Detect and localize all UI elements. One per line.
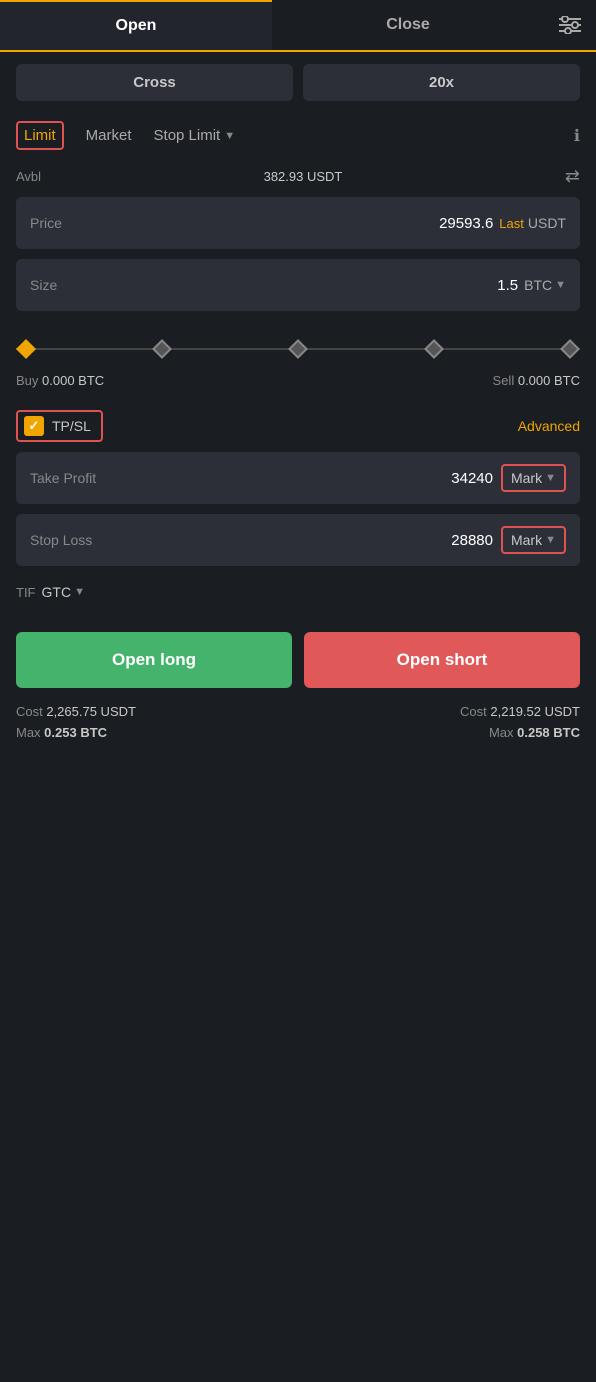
slider-diamond-4 xyxy=(560,339,580,359)
take-profit-mark-dropdown[interactable]: Mark ▼ xyxy=(501,464,566,492)
info-icon[interactable]: ℹ xyxy=(574,126,580,146)
price-input-row[interactable]: Price 29593.6 Last USDT xyxy=(16,197,580,249)
tif-chevron-icon: ▼ xyxy=(74,586,85,598)
take-profit-label: Take Profit xyxy=(30,470,130,486)
slider-diamond-2 xyxy=(288,339,308,359)
tif-dropdown[interactable]: GTC ▼ xyxy=(42,584,85,600)
price-label: Price xyxy=(30,215,90,231)
advanced-link[interactable]: Advanced xyxy=(518,418,580,434)
buy-value: 0.000 BTC xyxy=(42,373,104,388)
buy-label: Buy 0.000 BTC xyxy=(16,373,104,388)
slider-diamond-0 xyxy=(16,339,36,359)
tab-bar: Open Close xyxy=(0,0,596,52)
avbl-label: Avbl xyxy=(16,169,41,184)
cost-row: Cost 2,265.75 USDT Cost 2,219.52 USDT xyxy=(0,698,596,723)
order-type-limit[interactable]: Limit xyxy=(16,121,64,150)
order-type-row: Limit Market Stop Limit ▼ ℹ xyxy=(0,113,596,162)
margin-row: Cross 20x xyxy=(0,52,596,113)
open-long-button[interactable]: Open long xyxy=(16,632,292,688)
stop-limit-chevron-icon: ▼ xyxy=(224,130,235,142)
tpsl-checkbox-wrap[interactable]: ✓ TP/SL xyxy=(16,410,103,442)
order-type-stop-limit[interactable]: Stop Limit ▼ xyxy=(154,127,236,144)
take-profit-mark: Mark xyxy=(511,470,542,486)
tif-row: TIF GTC ▼ xyxy=(0,576,596,620)
sell-label: Sell 0.000 BTC xyxy=(493,373,580,388)
tif-label: TIF xyxy=(16,585,36,600)
tab-open[interactable]: Open xyxy=(0,0,272,50)
stop-loss-mark: Mark xyxy=(511,532,542,548)
slider-section xyxy=(0,321,596,369)
tpsl-row: ✓ TP/SL Advanced xyxy=(0,402,596,452)
long-max: Max 0.253 BTC xyxy=(16,725,107,740)
size-unit-chevron-icon: ▼ xyxy=(555,279,566,291)
price-value: 29593.6 xyxy=(439,215,493,232)
short-max: Max 0.258 BTC xyxy=(489,725,580,740)
action-row: Open long Open short xyxy=(0,620,596,698)
open-short-button[interactable]: Open short xyxy=(304,632,580,688)
size-unit: BTC xyxy=(524,277,552,293)
slider-handle-1[interactable] xyxy=(152,339,172,359)
sell-value: 0.000 BTC xyxy=(518,373,580,388)
leverage-button[interactable]: 20x xyxy=(303,64,580,101)
tpsl-label: TP/SL xyxy=(52,418,91,434)
slider-handle-3[interactable] xyxy=(424,339,444,359)
take-profit-row[interactable]: Take Profit 34240 Mark ▼ xyxy=(16,452,580,504)
stop-loss-chevron-icon: ▼ xyxy=(545,534,556,546)
slider-handle-4[interactable] xyxy=(560,339,580,359)
margin-type-button[interactable]: Cross xyxy=(16,64,293,101)
avbl-value: 382.93 USDT xyxy=(264,169,343,184)
slider-track[interactable] xyxy=(16,337,580,361)
size-unit-dropdown[interactable]: BTC ▼ xyxy=(524,277,566,293)
tab-close[interactable]: Close xyxy=(272,0,544,50)
slider-handle-0[interactable] xyxy=(16,339,36,359)
avbl-row: Avbl 382.93 USDT ⇄ xyxy=(0,162,596,197)
price-tag: Last xyxy=(499,216,524,231)
order-type-market[interactable]: Market xyxy=(80,123,138,148)
take-profit-chevron-icon: ▼ xyxy=(545,472,556,484)
slider-diamond-1 xyxy=(152,339,172,359)
max-row: Max 0.253 BTC Max 0.258 BTC xyxy=(0,723,596,760)
size-label: Size xyxy=(30,277,90,293)
stop-loss-row[interactable]: Stop Loss 28880 Mark ▼ xyxy=(16,514,580,566)
stop-loss-mark-dropdown[interactable]: Mark ▼ xyxy=(501,526,566,554)
price-unit: USDT xyxy=(528,215,566,231)
size-input-row[interactable]: Size 1.5 BTC ▼ xyxy=(16,259,580,311)
stop-loss-value: 28880 xyxy=(451,532,493,549)
stop-loss-label: Stop Loss xyxy=(30,532,130,548)
short-cost: Cost 2,219.52 USDT xyxy=(460,704,580,719)
take-profit-value: 34240 xyxy=(451,470,493,487)
settings-icon[interactable] xyxy=(544,0,596,50)
tif-value: GTC xyxy=(42,584,72,600)
tpsl-checkbox: ✓ xyxy=(24,416,44,436)
slider-handle-2[interactable] xyxy=(288,339,308,359)
size-value: 1.5 xyxy=(497,277,518,294)
buy-sell-row: Buy 0.000 BTC Sell 0.000 BTC xyxy=(0,369,596,402)
slider-diamond-3 xyxy=(424,339,444,359)
long-cost: Cost 2,265.75 USDT xyxy=(16,704,136,719)
transfer-icon[interactable]: ⇄ xyxy=(565,166,580,187)
